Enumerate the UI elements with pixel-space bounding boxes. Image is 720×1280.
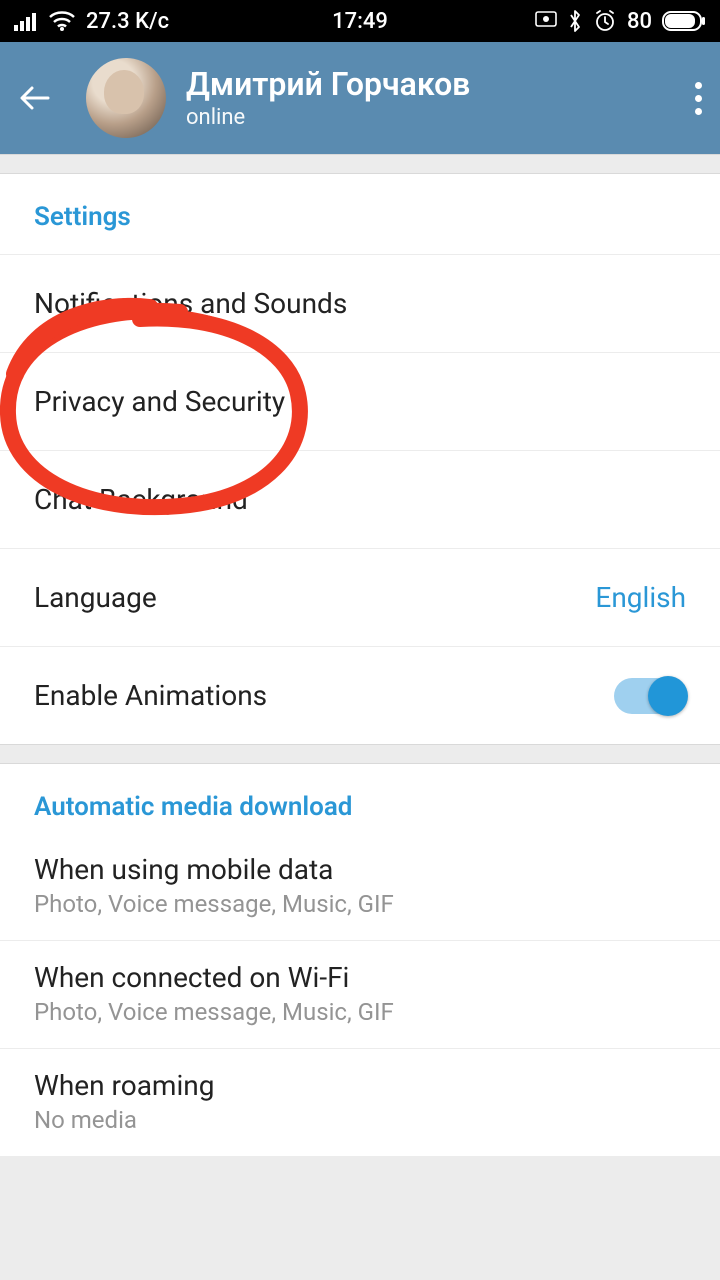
- label-roaming: When roaming: [34, 1069, 214, 1102]
- settings-header: Settings: [0, 174, 720, 254]
- row-wifi[interactable]: When connected on Wi-Fi Photo, Voice mes…: [0, 940, 720, 1048]
- wifi-icon: [48, 11, 76, 31]
- row-animations[interactable]: Enable Animations: [0, 646, 720, 744]
- net-speed: 27.3 K/c: [86, 9, 169, 34]
- media-section: Automatic media download When using mobi…: [0, 764, 720, 1156]
- settings-section: Settings Notifications and Sounds Privac…: [0, 174, 720, 744]
- row-privacy[interactable]: Privacy and Security: [0, 352, 720, 450]
- back-button[interactable]: [18, 81, 66, 115]
- media-header: Automatic media download: [0, 764, 720, 832]
- arrow-left-icon: [18, 81, 52, 115]
- signal-icon: [14, 11, 38, 31]
- row-notifications[interactable]: Notifications and Sounds: [0, 254, 720, 352]
- bluetooth-icon: [567, 9, 583, 33]
- sub-mobile-data: Photo, Voice message, Music, GIF: [34, 890, 394, 918]
- row-roaming[interactable]: When roaming No media: [0, 1048, 720, 1156]
- battery-icon: [662, 11, 706, 31]
- label-language: Language: [34, 581, 157, 614]
- kebab-icon: [695, 82, 702, 115]
- sub-roaming: No media: [34, 1106, 137, 1134]
- app-header: Дмитрий Горчаков online: [0, 42, 720, 154]
- value-language: English: [595, 581, 686, 614]
- label-privacy: Privacy and Security: [34, 385, 285, 418]
- cast-icon: [535, 11, 557, 31]
- profile-name: Дмитрий Горчаков: [186, 66, 662, 103]
- battery-percent: 80: [627, 9, 652, 34]
- status-bar: 27.3 K/c 17:49 80: [0, 0, 720, 42]
- label-wifi: When connected on Wi-Fi: [34, 961, 349, 994]
- label-animations: Enable Animations: [34, 679, 267, 712]
- sub-wifi: Photo, Voice message, Music, GIF: [34, 998, 394, 1026]
- toggle-animations[interactable]: [614, 678, 686, 714]
- profile-status: online: [186, 105, 662, 130]
- menu-button[interactable]: [662, 82, 702, 115]
- row-background[interactable]: Chat Background: [0, 450, 720, 548]
- alarm-icon: [593, 9, 617, 33]
- row-language[interactable]: Language English: [0, 548, 720, 646]
- label-mobile-data: When using mobile data: [34, 853, 333, 886]
- label-background: Chat Background: [34, 483, 248, 516]
- label-notifications: Notifications and Sounds: [34, 287, 347, 320]
- avatar[interactable]: [86, 58, 166, 138]
- row-mobile-data[interactable]: When using mobile data Photo, Voice mess…: [0, 832, 720, 940]
